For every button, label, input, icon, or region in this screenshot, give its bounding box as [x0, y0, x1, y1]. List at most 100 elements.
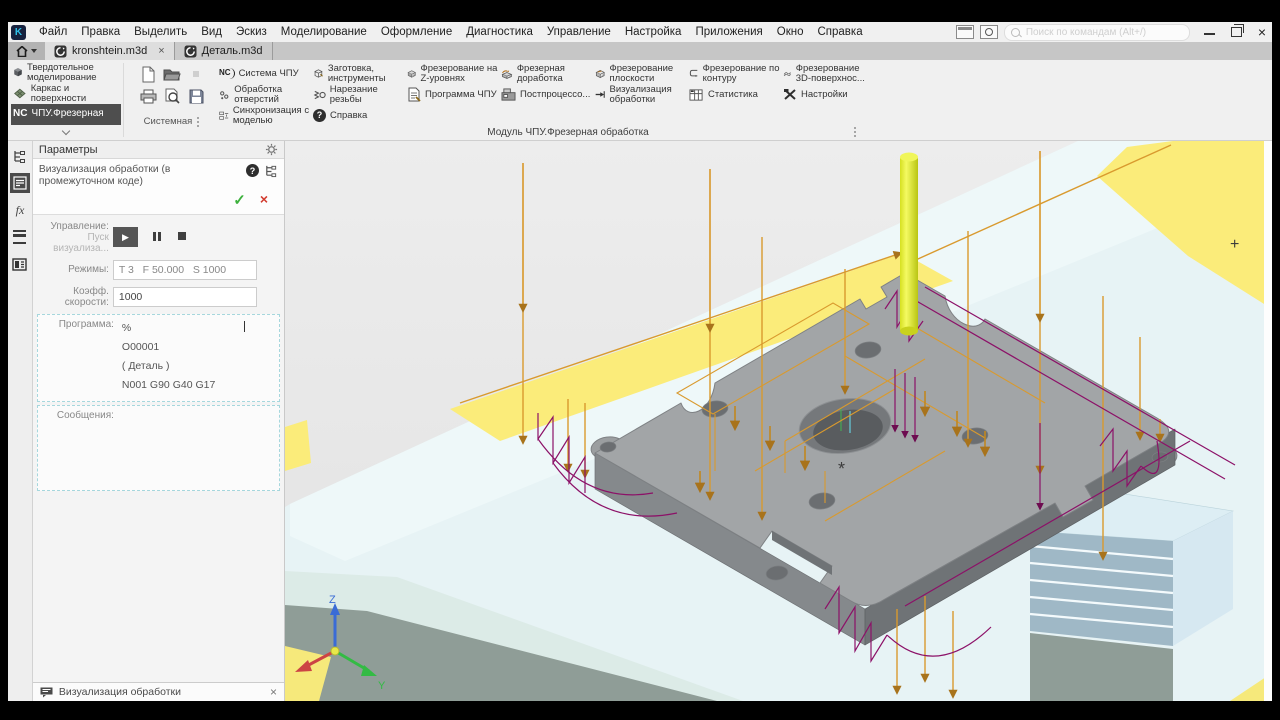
- command-search[interactable]: [1003, 23, 1190, 41]
- cmd-nc-program[interactable]: Программа ЧПУ: [406, 84, 500, 105]
- program-box[interactable]: Программа: % O00001 ( Деталь ) N001 G90 …: [36, 313, 280, 402]
- app-logo-letter: K: [14, 26, 23, 38]
- print-icon[interactable]: [140, 89, 157, 104]
- menu-applications[interactable]: Приложения: [688, 24, 769, 40]
- contour-milling-icon: [689, 69, 698, 78]
- menu-view[interactable]: Вид: [194, 24, 229, 40]
- cmd-sync-with-model[interactable]: Синхронизация с моделью: [218, 105, 312, 126]
- cmd-stock-tools[interactable]: Заготовка, инструменты: [312, 63, 406, 84]
- apply-button[interactable]: ✓: [233, 191, 246, 209]
- close-button[interactable]: ×: [1258, 25, 1266, 39]
- parameters-panel: Параметры Визуализация обработки (в пром…: [32, 141, 285, 701]
- workspace-switcher: Твердотельное моделирование Каркас и пов…: [8, 60, 121, 140]
- cmd-statistics[interactable]: Статистика: [688, 84, 782, 105]
- menu-management[interactable]: Управление: [540, 24, 618, 40]
- model-tree-icon[interactable]: [10, 146, 30, 166]
- workspace-label: Каркас и поверхности: [30, 82, 87, 104]
- menu-annotation[interactable]: Оформление: [374, 24, 459, 40]
- cmd-postprocessor[interactable]: Постпроцессо...: [500, 84, 594, 105]
- module-group-grip[interactable]: [853, 126, 857, 137]
- pause-button[interactable]: [152, 232, 161, 242]
- gear-icon[interactable]: [265, 143, 278, 156]
- cmd-help[interactable]: ? Справка: [312, 105, 406, 126]
- report-icon[interactable]: [10, 254, 30, 274]
- menu-window[interactable]: Окно: [770, 24, 811, 40]
- screen-capture-icon[interactable]: [979, 25, 998, 39]
- milling-tool[interactable]: [900, 152, 918, 336]
- cmd-label: Фрезерование 3D-поверхнос...: [795, 62, 865, 84]
- save-icon[interactable]: [189, 89, 204, 104]
- cmd-hole-machining[interactable]: Обработка отверстий: [218, 84, 312, 105]
- nc-system-icon: NC: [219, 68, 235, 79]
- minimize-button[interactable]: [1203, 27, 1215, 38]
- cmd-rest-milling[interactable]: Фрезерная доработка: [500, 63, 594, 84]
- menu-diagnostics[interactable]: Диагностика: [459, 24, 540, 40]
- postprocessor-icon: [501, 87, 516, 101]
- process-close-icon[interactable]: ×: [270, 685, 277, 699]
- home-button[interactable]: [8, 42, 45, 60]
- windows-layout-icon[interactable]: [955, 25, 974, 39]
- visualization-form: Управление: Пуск визуализа... ▶ Режимы: …: [33, 215, 284, 491]
- cmd-label: Синхронизация с моделью: [232, 104, 310, 126]
- help-icon: ?: [313, 109, 326, 122]
- cmd-visualization[interactable]: Визуализация обработки: [594, 84, 688, 105]
- menu-sketch[interactable]: Эскиз: [229, 24, 274, 40]
- tab-kronshtein[interactable]: kronshtein.m3d ×: [45, 42, 175, 60]
- threading-icon: [313, 90, 326, 99]
- cmd-3d-surface-milling[interactable]: Фрезерование 3D-поверхнос...: [782, 63, 876, 84]
- workspace-solid-modeling[interactable]: Твердотельное моделирование: [11, 62, 121, 83]
- document-icon: [184, 45, 197, 57]
- chevron-down-icon[interactable]: [61, 126, 71, 136]
- cmd-threading[interactable]: Нарезание резьбы: [312, 84, 406, 105]
- command-help-icon[interactable]: ?: [246, 164, 259, 177]
- viewport-3d[interactable]: + * Z Y: [285, 141, 1272, 701]
- messages-box[interactable]: Сообщения:: [36, 404, 280, 491]
- speed-coefficient-field[interactable]: 1000: [112, 286, 257, 307]
- workspace-wireframe-surfaces[interactable]: Каркас и поверхности: [11, 83, 121, 104]
- new-document-icon[interactable]: [141, 66, 156, 83]
- recent-icon[interactable]: [192, 70, 200, 78]
- menu-help[interactable]: Справка: [810, 24, 869, 40]
- cmd-face-milling[interactable]: Фрезерование плоскости: [594, 63, 688, 84]
- tab-detal[interactable]: Деталь.m3d: [174, 42, 273, 60]
- module-group-label: Модуль ЧПУ.Фрезерная обработка: [487, 127, 649, 138]
- settings-icon: [784, 89, 796, 100]
- menu-file[interactable]: Файл: [32, 24, 74, 40]
- tab-close-icon[interactable]: ×: [158, 45, 164, 57]
- speed-label: Коэфф. скорости:: [64, 285, 109, 308]
- toolbar-divider: [123, 63, 124, 137]
- origin-marker: *: [838, 459, 845, 479]
- play-button[interactable]: ▶: [112, 227, 138, 248]
- workspace-cnc-milling[interactable]: NC ЧПУ.Фрезерная: [11, 104, 121, 125]
- cmd-settings[interactable]: Настройки: [782, 84, 876, 105]
- modes-field[interactable]: T 3 F 50.000 S 1000: [112, 259, 257, 280]
- sync-icon: [219, 111, 229, 120]
- search-input[interactable]: [1023, 25, 1183, 39]
- cmd-z-level-milling[interactable]: Фрезерование на Z-уровнях: [406, 63, 500, 84]
- cancel-button[interactable]: ×: [260, 191, 268, 209]
- restore-button[interactable]: [1230, 24, 1244, 37]
- list-icon[interactable]: [10, 227, 30, 247]
- menu-edit[interactable]: Правка: [74, 24, 127, 40]
- cmd-label: Фрезерная доработка: [516, 62, 565, 84]
- stop-button[interactable]: [177, 231, 186, 240]
- cmd-contour-milling[interactable]: Фрезерование по контуру: [688, 63, 782, 84]
- print-preview-icon[interactable]: [164, 88, 180, 104]
- command-title: Визуализация обработки (в промежуточном …: [38, 164, 171, 187]
- program-code: % O00001 ( Деталь ) N001 G90 G40 G17: [121, 321, 216, 391]
- search-icon: [1010, 27, 1020, 37]
- comment-icon: [40, 687, 53, 697]
- cmd-label: Система ЧПУ: [238, 67, 299, 79]
- options-tree-icon[interactable]: [264, 164, 278, 178]
- rest-milling-icon: [501, 69, 513, 79]
- variables-icon[interactable]: fx: [10, 200, 30, 220]
- menu-settings[interactable]: Настройка: [618, 24, 689, 40]
- process-bar[interactable]: Визуализация обработки ×: [32, 682, 284, 701]
- open-folder-icon[interactable]: [163, 67, 181, 82]
- menu-select[interactable]: Выделить: [127, 24, 194, 40]
- app-logo-icon[interactable]: K: [11, 24, 26, 40]
- menu-modeling[interactable]: Моделирование: [274, 24, 374, 40]
- group-grip[interactable]: [196, 116, 201, 127]
- parameters-panel-icon[interactable]: [9, 173, 30, 193]
- cmd-nc-system[interactable]: NC Система ЧПУ: [218, 63, 312, 84]
